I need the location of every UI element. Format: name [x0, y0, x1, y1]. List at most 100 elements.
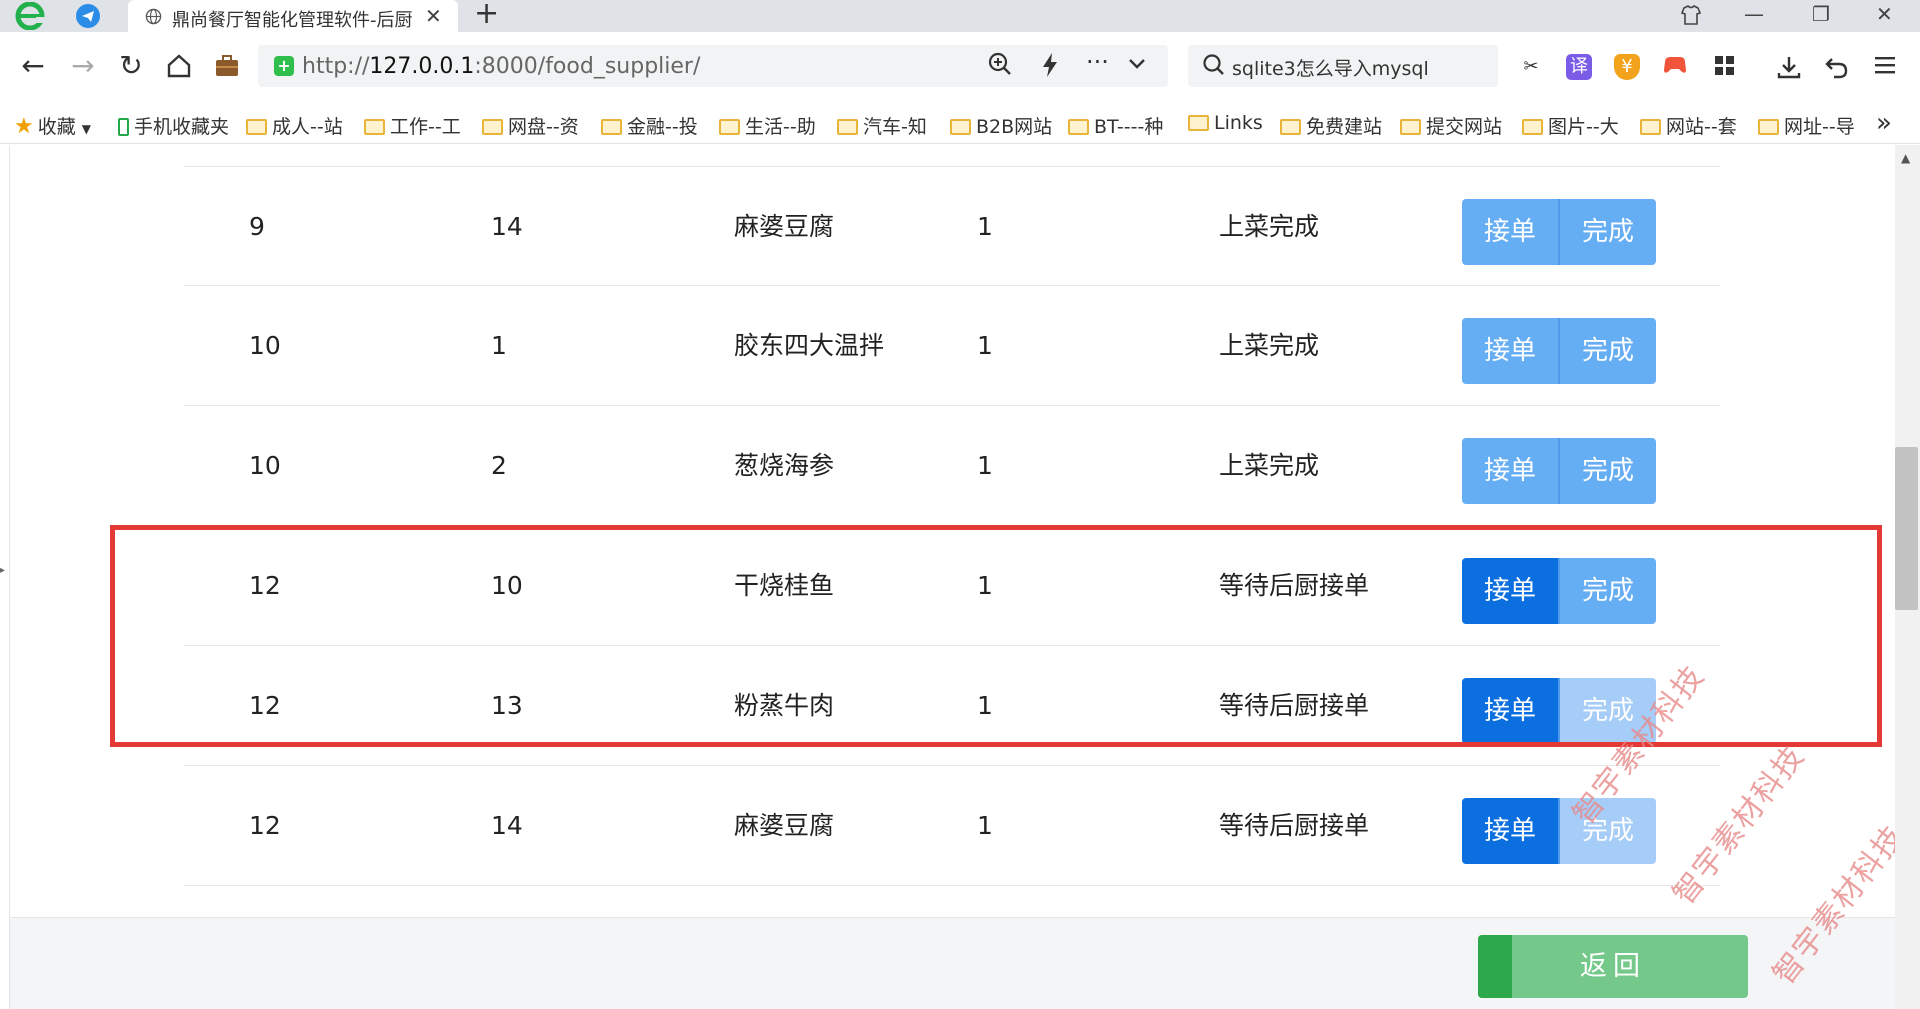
restore-button[interactable]: ❐: [1812, 0, 1830, 32]
action-button-group: 接单 完成: [1462, 199, 1656, 265]
new-tab-button[interactable]: +: [474, 0, 499, 30]
game-controller-icon[interactable]: [1662, 54, 1688, 80]
active-tab[interactable]: 鼎尚餐厅智能化管理软件-后厨 ✕: [128, 0, 458, 32]
bookmark-folder[interactable]: 提交网站: [1400, 112, 1502, 138]
complete-order-button[interactable]: 完成: [1560, 558, 1656, 624]
accept-order-button[interactable]: 接单: [1462, 678, 1558, 744]
table-number: 10: [249, 331, 281, 360]
phone-icon: [118, 118, 129, 136]
minimize-button[interactable]: —: [1744, 0, 1764, 32]
table-row: 12 10 干烧桂鱼 1 等待后厨接单 接单 完成: [184, 526, 1720, 646]
scroll-up-icon[interactable]: ▲: [1901, 151, 1910, 165]
url-text: http://127.0.0.1:8000/food_supplier/: [302, 54, 701, 79]
action-button-group: 接单 完成: [1462, 558, 1656, 624]
apps-grid-icon[interactable]: [1712, 54, 1738, 80]
back-arrow-icon[interactable]: ←: [16, 48, 50, 84]
bookmarks-overflow-icon[interactable]: »: [1876, 108, 1892, 138]
tab-close-icon[interactable]: ✕: [425, 4, 442, 28]
table-number: 12: [249, 811, 281, 840]
table-row: 10 2 葱烧海参 1 上菜完成 接单 完成: [184, 406, 1720, 526]
close-window-button[interactable]: ✕: [1876, 0, 1893, 32]
bookmark-folder[interactable]: 汽车-知: [837, 112, 927, 138]
scissors-icon[interactable]: ✂: [1518, 54, 1544, 80]
collapse-arrow-icon[interactable]: ▸: [0, 565, 5, 576]
vertical-scrollbar[interactable]: ▲: [1895, 145, 1920, 1009]
table-number: 12: [249, 691, 281, 720]
reload-icon[interactable]: ↻: [114, 48, 148, 84]
translate-icon[interactable]: 译: [1566, 54, 1592, 80]
order-status: 上菜完成: [1219, 331, 1320, 360]
bookmark-folder[interactable]: 生活--助: [719, 112, 816, 138]
bookmark-favorites[interactable]: ★ 收藏 ▼: [14, 112, 91, 139]
dish-id: 13: [491, 691, 523, 720]
bookmark-folder[interactable]: 网址--导: [1758, 112, 1855, 138]
lightning-icon[interactable]: [1040, 52, 1060, 84]
left-divider: [9, 145, 10, 1009]
more-dots-icon[interactable]: ···: [1086, 48, 1109, 76]
bookmark-folder[interactable]: 工作--工: [364, 112, 461, 138]
accept-order-button[interactable]: 接单: [1462, 438, 1558, 504]
pinned-tab-icon[interactable]: [76, 4, 100, 28]
quantity: 1: [977, 212, 993, 241]
folder-icon: [1280, 119, 1301, 135]
dish-id: 2: [491, 451, 507, 480]
search-box[interactable]: sqlite3怎么导入mysql: [1188, 45, 1498, 87]
dish-name: 干烧桂鱼: [734, 571, 835, 600]
bookmark-folder[interactable]: B2B网站: [950, 112, 1052, 138]
accept-order-button[interactable]: 接单: [1462, 558, 1558, 624]
dish-name: 胶东四大温拌: [734, 331, 885, 360]
chevron-down-icon[interactable]: [1126, 52, 1148, 80]
bookmark-folder[interactable]: 免费建站: [1280, 112, 1382, 138]
return-button[interactable]: 返回: [1478, 935, 1748, 998]
accept-order-button[interactable]: 接单: [1462, 318, 1558, 384]
dish-name: 葱烧海参: [734, 451, 835, 480]
dish-id: 14: [491, 811, 523, 840]
folder-icon: [1068, 119, 1089, 135]
bookmark-folder[interactable]: 图片--大: [1522, 112, 1619, 138]
folder-icon: [364, 119, 385, 135]
action-button-group: 接单 完成: [1462, 438, 1656, 504]
accept-order-button[interactable]: 接单: [1462, 199, 1558, 265]
home-icon[interactable]: [162, 48, 196, 84]
bookmark-folder[interactable]: Links: [1188, 112, 1263, 136]
bookmark-folder[interactable]: BT----种: [1068, 112, 1163, 138]
tab-title: 鼎尚餐厅智能化管理软件-后厨: [172, 10, 413, 31]
skin-icon[interactable]: [1680, 0, 1702, 32]
zoom-icon[interactable]: [988, 52, 1012, 82]
menu-icon[interactable]: [1872, 54, 1898, 80]
coin-shield-icon[interactable]: ¥: [1614, 54, 1640, 80]
folder-icon: [482, 119, 503, 135]
complete-order-button[interactable]: 完成: [1560, 199, 1656, 265]
folder-icon: [1758, 119, 1779, 135]
dish-id: 14: [491, 212, 523, 241]
undo-icon[interactable]: [1824, 54, 1850, 80]
scrollbar-thumb[interactable]: [1895, 447, 1918, 610]
dish-id: 10: [491, 571, 523, 600]
page-content: ▸ 9 14 麻婆豆腐 1 上菜完成 接单 完成 10 1 胶东四大温拌 1 上…: [0, 145, 1920, 1009]
search-query: sqlite3怎么导入mysql: [1232, 58, 1429, 80]
browser-tab-strip: 鼎尚餐厅智能化管理软件-后厨 ✕ + — ❐ ✕: [0, 0, 1920, 32]
address-bar[interactable]: + http://127.0.0.1:8000/food_supplier/ ·…: [258, 45, 1168, 87]
action-button-group: 接单 完成: [1462, 318, 1656, 384]
quantity: 1: [977, 451, 993, 480]
accept-order-button[interactable]: 接单: [1462, 798, 1558, 864]
download-icon[interactable]: [1776, 54, 1802, 80]
briefcase-icon[interactable]: [210, 48, 244, 84]
secure-icon: +: [274, 56, 294, 76]
quantity: 1: [977, 811, 993, 840]
order-status: 上菜完成: [1219, 451, 1320, 480]
forward-arrow-icon[interactable]: →: [66, 48, 100, 84]
folder-icon: [950, 119, 971, 135]
bookmark-folder[interactable]: 金融--投: [601, 112, 698, 138]
return-label: 返回: [1580, 951, 1646, 982]
bookmark-mobile[interactable]: 手机收藏夹: [118, 112, 229, 138]
navigation-bar: ← → ↻ + http://127.0.0.1:8000/food_suppl…: [0, 32, 1920, 104]
table-number: 10: [249, 451, 281, 480]
action-button-group: 接单 完成: [1462, 798, 1656, 864]
complete-order-button[interactable]: 完成: [1560, 318, 1656, 384]
dish-name: 麻婆豆腐: [734, 212, 835, 241]
bookmark-folder[interactable]: 网站--套: [1640, 112, 1737, 138]
bookmark-folder[interactable]: 成人--站: [246, 112, 343, 138]
bookmark-folder[interactable]: 网盘--资: [482, 112, 579, 138]
complete-order-button[interactable]: 完成: [1560, 438, 1656, 504]
